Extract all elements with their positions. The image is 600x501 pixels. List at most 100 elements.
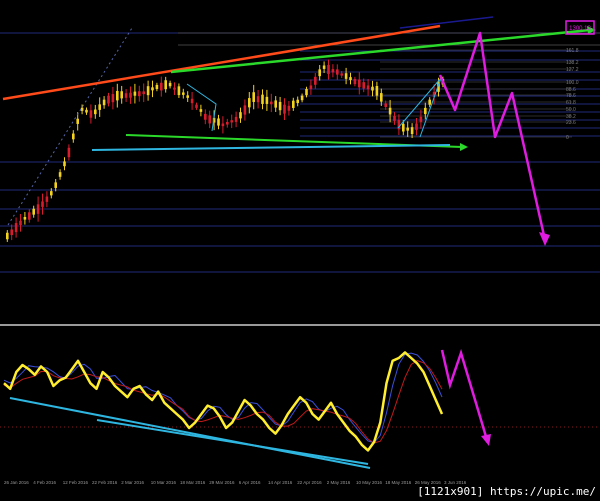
candle-body	[190, 98, 194, 104]
candle-body	[419, 116, 423, 122]
fib-label: 23.6	[566, 120, 576, 126]
candle-body	[146, 86, 150, 96]
candle-body	[314, 76, 317, 85]
candle-body	[111, 94, 115, 103]
candle-body	[230, 120, 233, 123]
candle-body	[204, 113, 207, 120]
candle-body	[309, 85, 313, 89]
candle-body	[54, 182, 57, 188]
candle-body	[124, 93, 128, 98]
candle-body	[283, 104, 286, 114]
candle-body	[23, 216, 27, 220]
candle-body	[98, 104, 101, 110]
candle-body	[221, 123, 225, 127]
date-label: 12 Feb 2016	[63, 480, 89, 485]
candle-body	[278, 101, 282, 111]
candle-body	[410, 127, 414, 135]
date-label: 18 May 2016	[385, 480, 412, 485]
candle-body	[133, 91, 137, 96]
candle-body	[120, 91, 123, 99]
candle-body	[76, 118, 79, 124]
candle-body	[19, 220, 22, 225]
candle-body	[116, 90, 119, 101]
candle-body	[428, 99, 431, 105]
fib-label: 61.8	[566, 100, 576, 106]
date-label: 10 Mar 2016	[151, 480, 177, 485]
candle-body	[349, 77, 352, 80]
candle-body	[138, 91, 141, 97]
fib-label: 50.0	[566, 107, 576, 113]
candle-body	[28, 212, 31, 220]
candle-body	[353, 78, 357, 85]
candle-body	[243, 105, 247, 115]
candle-body	[322, 65, 326, 69]
candle-body	[6, 232, 9, 240]
date-label: 2 Mar 2016	[121, 480, 144, 485]
candle-body	[173, 87, 176, 90]
candle-body	[50, 191, 53, 196]
candle-body	[177, 86, 181, 96]
date-label: 6 Apr 2016	[239, 480, 261, 485]
candle-body	[296, 99, 299, 104]
watermark: [1121x901] https://upic.me/	[417, 485, 596, 498]
fib-label: 0	[566, 135, 569, 141]
date-label: 14 Apr 2016	[268, 480, 293, 485]
candle-body	[362, 82, 365, 89]
candle-body	[182, 92, 185, 95]
candle-body	[388, 107, 392, 115]
candle-body	[58, 172, 62, 177]
chart-background	[0, 0, 600, 501]
candle-body	[256, 96, 260, 103]
candle-body	[402, 123, 405, 132]
candle-body	[248, 98, 251, 108]
candle-body	[72, 133, 75, 140]
candle-body	[107, 95, 110, 104]
candle-body	[292, 100, 295, 108]
candle-body	[300, 95, 304, 101]
candle-body	[336, 69, 339, 75]
candle-body	[41, 201, 44, 207]
candle-body	[331, 69, 335, 73]
candle-body	[234, 116, 238, 122]
candle-body	[217, 118, 220, 126]
candle-body	[67, 147, 71, 158]
candle-body	[252, 92, 255, 102]
price-badge-label: 1300.13	[569, 26, 591, 32]
candle-body	[160, 82, 163, 91]
candle-body	[129, 92, 132, 98]
candle-body	[239, 112, 242, 119]
candle-body	[36, 204, 40, 214]
candle-body	[415, 123, 418, 130]
candle-body	[371, 86, 374, 91]
fib-label: 100.0	[566, 80, 579, 86]
candle-body	[265, 96, 269, 104]
candle-body	[424, 107, 427, 115]
candle-body	[151, 87, 154, 91]
candle-body	[340, 73, 343, 76]
candle-body	[344, 73, 348, 79]
candle-body	[102, 99, 106, 106]
candle-body	[168, 82, 172, 87]
fib-label: 161.8	[566, 48, 579, 54]
candle-body	[384, 103, 387, 108]
candle-body	[89, 110, 93, 118]
candle-body	[226, 121, 229, 125]
candle-body	[380, 93, 383, 102]
candle-body	[305, 89, 308, 96]
date-label: 29 Mar 2016	[209, 480, 235, 485]
candle-body	[195, 104, 198, 108]
date-label: 4 Feb 2016	[33, 480, 56, 485]
candle-body	[375, 86, 379, 96]
candle-body	[208, 115, 211, 124]
candle-body	[45, 196, 49, 202]
fib-label: 127.2	[566, 67, 579, 73]
candle-body	[155, 84, 159, 90]
candle-body	[318, 69, 321, 77]
candle-body	[186, 95, 189, 98]
date-label: 22 Apr 2016	[297, 480, 322, 485]
candle-body	[358, 79, 361, 88]
date-label: 10 May 2016	[356, 480, 383, 485]
candle-body	[327, 64, 330, 75]
candle-body	[14, 223, 18, 233]
candle-body	[63, 161, 66, 167]
